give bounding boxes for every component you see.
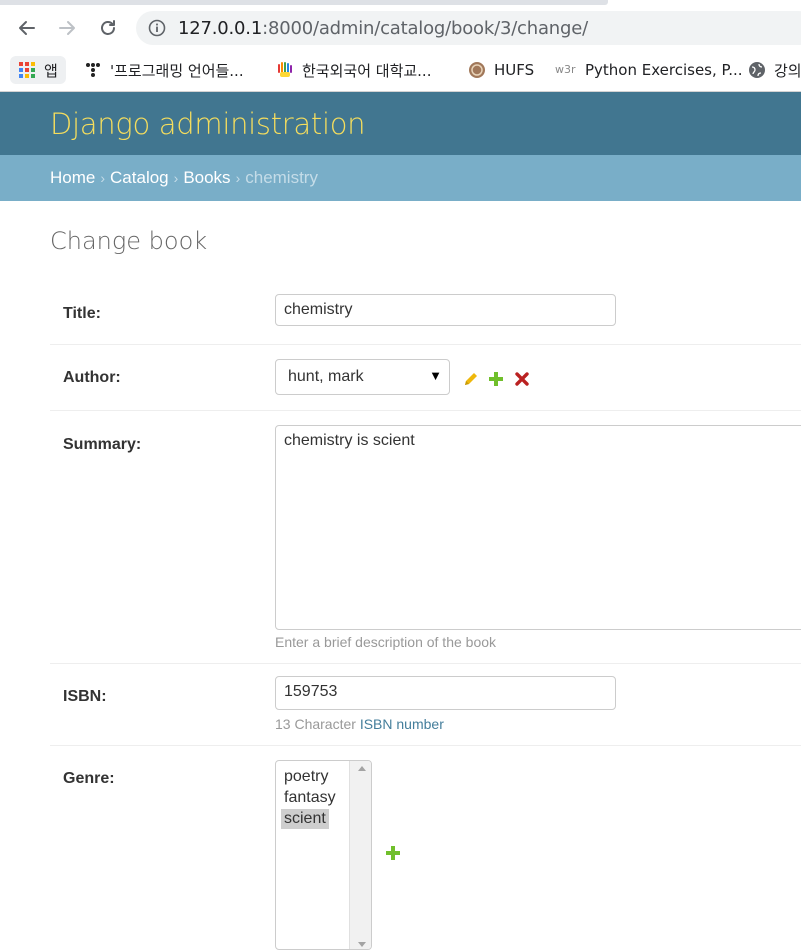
form-row-isbn: ISBN: 159753 13 Character ISBN number bbox=[50, 664, 801, 746]
url-text: 127.0.0.1:8000/admin/catalog/book/3/chan… bbox=[178, 18, 588, 39]
bookmark-lecture[interactable]: 강의 bbox=[748, 56, 801, 84]
bookmark-label: 한국외국어 대학교... bbox=[302, 61, 432, 80]
page-title: Change book bbox=[50, 227, 208, 255]
genre-option[interactable]: fantasy bbox=[281, 788, 339, 808]
bookmark-label: HUFS bbox=[494, 61, 535, 79]
bookmarks-bar: 앱 '프로그래밍 언어들... 한국외국어 대학교... HUFS w3r Py… bbox=[0, 51, 801, 92]
form-row-author: Author: hunt, mark ▼ bbox=[50, 345, 801, 411]
breadcrumb-books[interactable]: Books bbox=[183, 168, 230, 187]
browser-toolbar: 127.0.0.1:8000/admin/catalog/book/3/chan… bbox=[0, 5, 801, 51]
bookmark-label: '프로그래밍 언어들... bbox=[110, 61, 244, 80]
delete-x-icon bbox=[515, 372, 529, 386]
plus-icon bbox=[386, 846, 400, 860]
form-row-genre: Genre: poetry fantasy scient bbox=[50, 746, 801, 950]
genre-multiselect[interactable]: poetry fantasy scient bbox=[275, 760, 372, 950]
bookmark-label: 앱 bbox=[44, 61, 58, 80]
form-row-title: Title: chemistry bbox=[50, 280, 801, 345]
author-label: Author: bbox=[63, 369, 121, 386]
genre-label: Genre: bbox=[63, 770, 115, 787]
author-selected-value: hunt, mark bbox=[288, 368, 364, 385]
bookmark-label: Python Exercises, P... bbox=[585, 61, 743, 79]
dropdown-arrow-icon: ▼ bbox=[429, 368, 442, 383]
genre-option-selected[interactable]: scient bbox=[281, 809, 329, 829]
forward-button[interactable] bbox=[54, 15, 80, 41]
form-row-summary: Summary: chemistry is scient Enter a bri… bbox=[50, 411, 801, 664]
summary-label: Summary: bbox=[63, 436, 142, 453]
breadcrumb-separator: › bbox=[235, 170, 241, 186]
hufs-logo-icon bbox=[469, 62, 485, 78]
scroll-up-arrow-icon[interactable] bbox=[358, 766, 366, 771]
isbn-input[interactable]: 159753 bbox=[275, 676, 616, 710]
genre-scrollbar[interactable] bbox=[349, 761, 371, 949]
title-label: Title: bbox=[63, 305, 101, 322]
bookmark-python-exercises[interactable]: w3r Python Exercises, P... bbox=[555, 56, 743, 84]
breadcrumb-current: chemistry bbox=[245, 168, 318, 187]
add-author-link[interactable] bbox=[488, 371, 504, 387]
arrow-right-icon bbox=[59, 21, 75, 35]
hands-logo-icon bbox=[278, 62, 292, 77]
apps-grid-icon bbox=[19, 62, 35, 78]
breadcrumb-separator: › bbox=[100, 170, 106, 186]
plus-icon bbox=[489, 372, 503, 386]
bookmark-hufs[interactable]: HUFS bbox=[468, 56, 534, 84]
w3r-logo-icon: w3r bbox=[555, 63, 576, 76]
isbn-number-link[interactable]: ISBN number bbox=[360, 716, 444, 732]
isbn-label: ISBN: bbox=[63, 688, 107, 705]
reload-icon bbox=[101, 20, 115, 35]
delete-author-link[interactable] bbox=[514, 371, 530, 387]
bookmark-programming[interactable]: '프로그래밍 언어들... bbox=[84, 56, 244, 84]
breadcrumb-catalog[interactable]: Catalog bbox=[110, 168, 169, 187]
admin-header: Django administration bbox=[0, 92, 801, 155]
site-branding[interactable]: Django administration bbox=[50, 107, 366, 141]
scroll-down-arrow-icon[interactable] bbox=[358, 942, 366, 947]
bookmark-hufs-univ[interactable]: 한국외국어 대학교... bbox=[276, 56, 431, 84]
bookmark-apps[interactable]: 앱 bbox=[10, 56, 66, 84]
summary-help-text: Enter a brief description of the book bbox=[275, 634, 497, 650]
breadcrumb: Home › Catalog › Books › chemistry bbox=[0, 155, 801, 201]
summary-textarea[interactable]: chemistry is scient bbox=[275, 425, 801, 630]
globe-icon bbox=[749, 62, 765, 78]
author-select[interactable]: hunt, mark ▼ bbox=[275, 359, 450, 395]
address-bar[interactable]: 127.0.0.1:8000/admin/catalog/book/3/chan… bbox=[136, 11, 801, 45]
title-input[interactable]: chemistry bbox=[275, 294, 616, 326]
reload-button[interactable] bbox=[95, 15, 121, 41]
pencil-icon bbox=[465, 373, 477, 385]
change-author-link[interactable] bbox=[463, 371, 479, 387]
breadcrumb-separator: › bbox=[173, 170, 179, 186]
genre-option[interactable]: poetry bbox=[281, 767, 331, 787]
arrow-left-icon bbox=[19, 21, 35, 35]
info-icon[interactable] bbox=[148, 19, 166, 37]
back-button[interactable] bbox=[14, 15, 40, 41]
bookmark-label: 강의 bbox=[774, 61, 801, 80]
dots-logo-icon bbox=[86, 63, 100, 77]
add-genre-link[interactable] bbox=[385, 845, 401, 861]
breadcrumb-home[interactable]: Home bbox=[50, 168, 95, 187]
isbn-help-text: 13 Character ISBN number bbox=[275, 716, 444, 732]
